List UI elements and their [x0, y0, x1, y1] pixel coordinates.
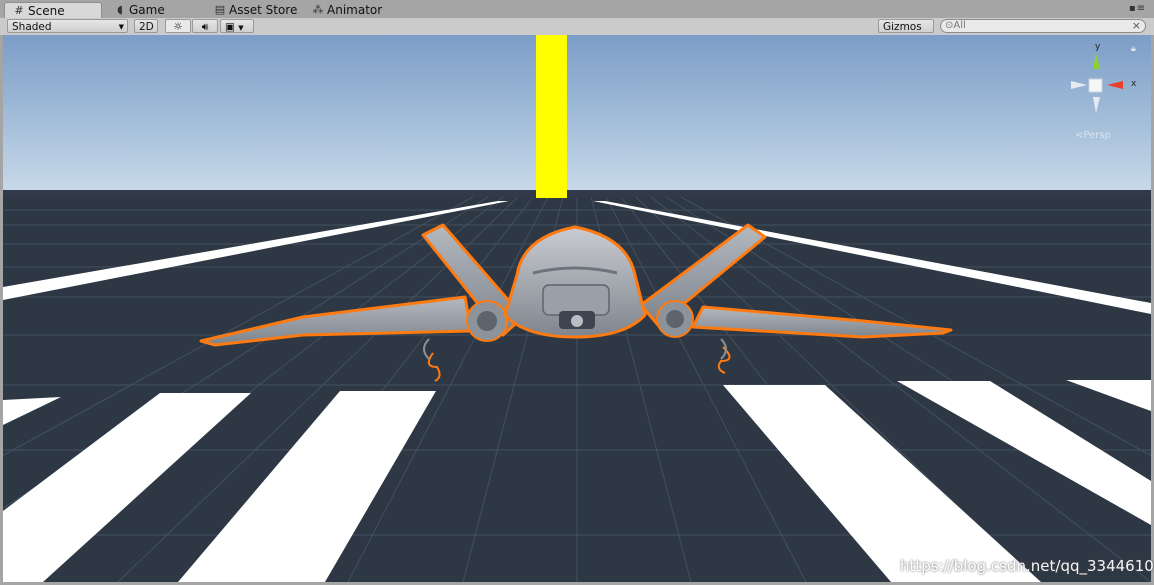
projection-label: Persp [1083, 130, 1111, 141]
dropdown-arrow-icon: ▼ [238, 24, 244, 32]
gizmos-label: Gizmos [883, 21, 922, 33]
tab-label: Game [129, 3, 165, 17]
search-placeholder: All [953, 20, 966, 31]
tab-animator[interactable]: ⁂ Animator [304, 2, 390, 18]
gizmo-y-label: y [1095, 42, 1101, 52]
sky [3, 35, 1151, 197]
image-icon: ▣ [225, 21, 235, 33]
gizmos-dropdown[interactable]: Gizmos ▼ [878, 19, 934, 46]
audio-toggle[interactable]: 🔊︎ [192, 19, 218, 33]
tab-scene[interactable]: # Scene [4, 2, 102, 18]
search-input[interactable]: ⊙All × [940, 19, 1146, 33]
clear-search-icon[interactable]: × [1132, 20, 1141, 32]
tab-bar: # Scene ◖ Game ▤ Asset Store ⁂ Animator … [0, 0, 1154, 19]
effects-dropdown[interactable]: ▣ ▼ [220, 19, 254, 33]
scene-viewport[interactable] [3, 35, 1151, 582]
speaker-icon: 🔊︎ [201, 21, 209, 33]
toggle-2d-button[interactable]: 2D [134, 19, 158, 33]
horizon-band [3, 190, 1151, 198]
pillar [536, 35, 567, 198]
gizmo-x-label: x [1131, 79, 1137, 89]
tab-game[interactable]: ◖ Game [106, 2, 173, 18]
projection-toggle[interactable]: ⋖Persp [1075, 130, 1111, 141]
dropdown-arrow-icon: ▼ [118, 23, 124, 31]
sun-icon: ☼ [173, 21, 183, 33]
tab-label: Animator [327, 3, 383, 17]
grid-icon: # [14, 3, 24, 17]
lighting-toggle[interactable]: ☼ [165, 19, 191, 33]
animator-icon: ⁂ [312, 3, 324, 16]
draw-mode-dropdown[interactable]: Shaded ▼ [7, 19, 128, 33]
tab-asset-store[interactable]: ▤ Asset Store [206, 2, 305, 18]
tab-label: Scene [28, 3, 65, 18]
lock-icon[interactable]: 🔒︎ [1131, 44, 1136, 54]
toggle-2d-label: 2D [139, 21, 154, 33]
watermark: https://blog.csdn.net/qq_33446100 [900, 557, 1154, 575]
store-icon: ▤ [214, 3, 226, 16]
panel-menu-icon[interactable]: ▪≡ [1129, 3, 1146, 14]
scene-toolbar: Shaded ▼ 2D ☼ 🔊︎ ▣ ▼ Gizmos ▼ ⊙All × [0, 18, 1154, 46]
pacman-icon: ◖ [117, 3, 123, 16]
draw-mode-label: Shaded [12, 21, 52, 33]
tab-label: Asset Store [229, 3, 298, 17]
